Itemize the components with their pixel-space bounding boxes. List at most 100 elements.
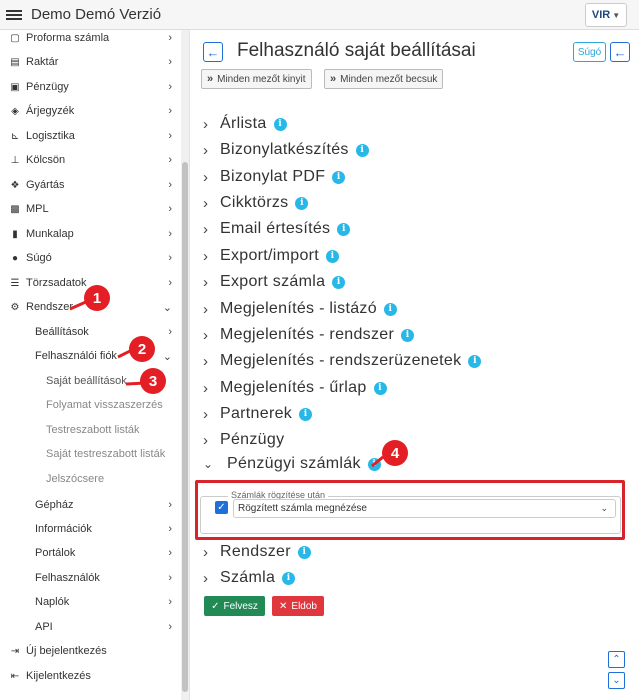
file-icon: ▢ bbox=[10, 32, 20, 44]
logo-text: VIR bbox=[591, 9, 611, 21]
sidebar-item-label: Gyártás bbox=[26, 179, 65, 191]
section-bizonylat-pdf[interactable]: › Bizonylat PDF i bbox=[203, 165, 346, 189]
back-button[interactable]: ← bbox=[203, 42, 223, 62]
sidebar-item-kolcson[interactable]: ⊥ Kölcsön › bbox=[0, 149, 182, 171]
scroll-down-button[interactable]: ⌄ bbox=[608, 672, 625, 689]
section-label: Árlista bbox=[220, 115, 267, 132]
help-button[interactable]: Súgó bbox=[573, 42, 606, 62]
save-label: Felvesz bbox=[223, 600, 258, 612]
chevron-right-icon: › bbox=[203, 431, 209, 449]
section-megjelenites-rendszeruzenetek[interactable]: › Megjelenítés - rendszerüzenetek i bbox=[203, 349, 482, 373]
sidebar-item-portalok[interactable]: Portálok › bbox=[0, 542, 182, 564]
sidebar-item-proforma[interactable]: ▢ Proforma számla › bbox=[0, 27, 182, 49]
sidebar-item-label: Felhasználói fiók bbox=[35, 350, 117, 362]
hamburger-menu-icon[interactable] bbox=[6, 9, 22, 20]
chevron-right-icon: › bbox=[203, 543, 209, 561]
section-megjelenites-urlap[interactable]: › Megjelenítés - űrlap i bbox=[203, 376, 387, 400]
section-bizonylatkeszites[interactable]: › Bizonylatkészítés i bbox=[203, 138, 369, 162]
sidebar-item-naplok[interactable]: Naplók › bbox=[0, 591, 182, 613]
info-icon[interactable]: i bbox=[468, 354, 482, 368]
back-button-right[interactable]: ← bbox=[610, 42, 630, 62]
info-icon[interactable]: i bbox=[299, 407, 313, 421]
sidebar-item-penzugy[interactable]: ▣ Pénzügy › bbox=[0, 76, 182, 98]
sidebar-item-sajat-testreszabott-listak[interactable]: Saját testreszabott listák bbox=[0, 443, 182, 465]
cogs-icon: ⚙ bbox=[10, 301, 20, 313]
check-icon: ✓ bbox=[211, 600, 220, 612]
sidebar-item-munkalap[interactable]: ▮ Munkalap › bbox=[0, 223, 182, 245]
sidebar-scrollbar[interactable] bbox=[181, 30, 189, 700]
section-rendszer[interactable]: › Rendszer i bbox=[203, 540, 311, 564]
discard-label: Eldob bbox=[291, 600, 317, 612]
info-icon[interactable]: i bbox=[383, 302, 397, 316]
sidebar-item-uj-bejelentkezes[interactable]: ⇥ Új bejelentkezés bbox=[0, 640, 182, 662]
sidebar-item-label: Kijelentkezés bbox=[26, 670, 91, 682]
section-export-import[interactable]: › Export/import i bbox=[203, 244, 340, 268]
chevron-down-icon: ⌄ bbox=[612, 675, 621, 686]
main-content: ← Felhasználó saját beállításai Súgó ← »… bbox=[191, 30, 639, 700]
section-megjelenites-rendszer[interactable]: › Megjelenítés - rendszer i bbox=[203, 323, 415, 347]
info-icon[interactable]: i bbox=[273, 117, 287, 131]
sidebar-item-logisztika[interactable]: ⊾ Logisztika › bbox=[0, 125, 182, 147]
info-icon[interactable]: i bbox=[373, 381, 387, 395]
sidebar-item-gephaz[interactable]: Gépház › bbox=[0, 494, 182, 516]
section-cikktorzs[interactable]: › Cikktörzs i bbox=[203, 191, 309, 215]
top-bar: Demo Demó Verzió VIR ▼ bbox=[0, 0, 639, 30]
sidebar-item-folyamat-visszaszerzes[interactable]: Folyamat visszaszerzés bbox=[0, 394, 182, 416]
callout-badge-2: 2 bbox=[129, 336, 155, 362]
chevron-right-icon: › bbox=[203, 168, 209, 186]
chevron-right-icon: › bbox=[203, 379, 209, 397]
info-icon[interactable]: i bbox=[332, 170, 346, 184]
login-icon: ⇥ bbox=[10, 645, 20, 657]
info-icon[interactable]: i bbox=[337, 222, 351, 236]
info-icon[interactable]: i bbox=[367, 457, 381, 471]
company-logo-dropdown[interactable]: VIR ▼ bbox=[585, 3, 627, 27]
scroll-up-button[interactable]: ⌃ bbox=[608, 651, 625, 668]
dolly-icon: ⊾ bbox=[10, 130, 20, 142]
sidebar-item-label: Kölcsön bbox=[26, 154, 66, 166]
section-megjelenites-listazo[interactable]: › Megjelenítés - listázó i bbox=[203, 297, 397, 321]
sidebar-item-raktar[interactable]: ▤ Raktár › bbox=[0, 51, 182, 73]
section-penzugy[interactable]: › Pénzügy bbox=[203, 428, 284, 452]
info-icon[interactable]: i bbox=[297, 545, 311, 559]
sidebar-item-gyartas[interactable]: ❖ Gyártás › bbox=[0, 174, 182, 196]
sidebar-item-beallitasok[interactable]: Beállítások › bbox=[0, 321, 182, 343]
section-arlista[interactable]: › Árlista i bbox=[203, 112, 287, 136]
sidebar-item-jelszocsere[interactable]: Jelszócsere bbox=[0, 468, 182, 490]
chevron-right-icon: › bbox=[168, 572, 172, 584]
sidebar-item-api[interactable]: API › bbox=[0, 616, 182, 638]
collapse-all-label: Minden mezőt becsuk bbox=[340, 73, 438, 85]
sidebar-item-sugo[interactable]: ● Súgó › bbox=[0, 247, 182, 269]
sidebar-scrollbar-thumb[interactable] bbox=[182, 162, 188, 692]
discard-button[interactable]: ✕ Eldob bbox=[272, 596, 324, 616]
collapse-all-button[interactable]: » Minden mezőt becsuk bbox=[324, 69, 444, 89]
sidebar-item-kijelentkezes[interactable]: ⇤ Kijelentkezés bbox=[0, 665, 182, 687]
section-email-ertesites[interactable]: › Email értesítés i bbox=[203, 217, 351, 241]
info-icon[interactable]: i bbox=[282, 571, 296, 585]
info-icon[interactable]: i bbox=[355, 143, 369, 157]
sidebar-item-arjegyzek[interactable]: ◈ Árjegyzék › bbox=[0, 100, 182, 122]
sidebar-item-label: Logisztika bbox=[26, 130, 75, 142]
chevron-right-icon: › bbox=[168, 523, 172, 535]
section-export-szamla[interactable]: › Export számla i bbox=[203, 270, 346, 294]
sidebar-item-label: Pénzügy bbox=[26, 81, 69, 93]
sidebar-item-felhasznalok[interactable]: Felhasználók › bbox=[0, 567, 182, 589]
hand-icon: ⊥ bbox=[10, 154, 20, 166]
sidebar-item-label: Beállítások bbox=[35, 326, 89, 338]
info-icon[interactable]: i bbox=[326, 249, 340, 263]
section-partnerek[interactable]: › Partnerek i bbox=[203, 402, 313, 426]
sidebar-item-mpl[interactable]: ▩ MPL › bbox=[0, 198, 182, 220]
save-button[interactable]: ✓ Felvesz bbox=[204, 596, 265, 616]
sidebar-item-testreszabott-listak[interactable]: Testreszabott listák bbox=[0, 419, 182, 441]
caret-down-icon: ▼ bbox=[612, 10, 621, 20]
section-szamla[interactable]: › Számla i bbox=[203, 566, 296, 590]
chevron-right-icon: › bbox=[168, 252, 172, 264]
sidebar-item-label: API bbox=[35, 621, 53, 633]
info-icon[interactable]: i bbox=[332, 275, 346, 289]
sidebar-item-informaciok[interactable]: Információk › bbox=[0, 518, 182, 540]
sidebar-item-label: Naplók bbox=[35, 596, 70, 608]
section-penzugyi-szamlak[interactable]: ⌄ Pénzügyi számlák i bbox=[203, 452, 381, 476]
expand-all-button[interactable]: » Minden mezőt kinyit bbox=[201, 69, 312, 89]
section-label: Megjelenítés - listázó bbox=[220, 300, 377, 317]
info-icon[interactable]: i bbox=[295, 196, 309, 210]
info-icon[interactable]: i bbox=[401, 328, 415, 342]
